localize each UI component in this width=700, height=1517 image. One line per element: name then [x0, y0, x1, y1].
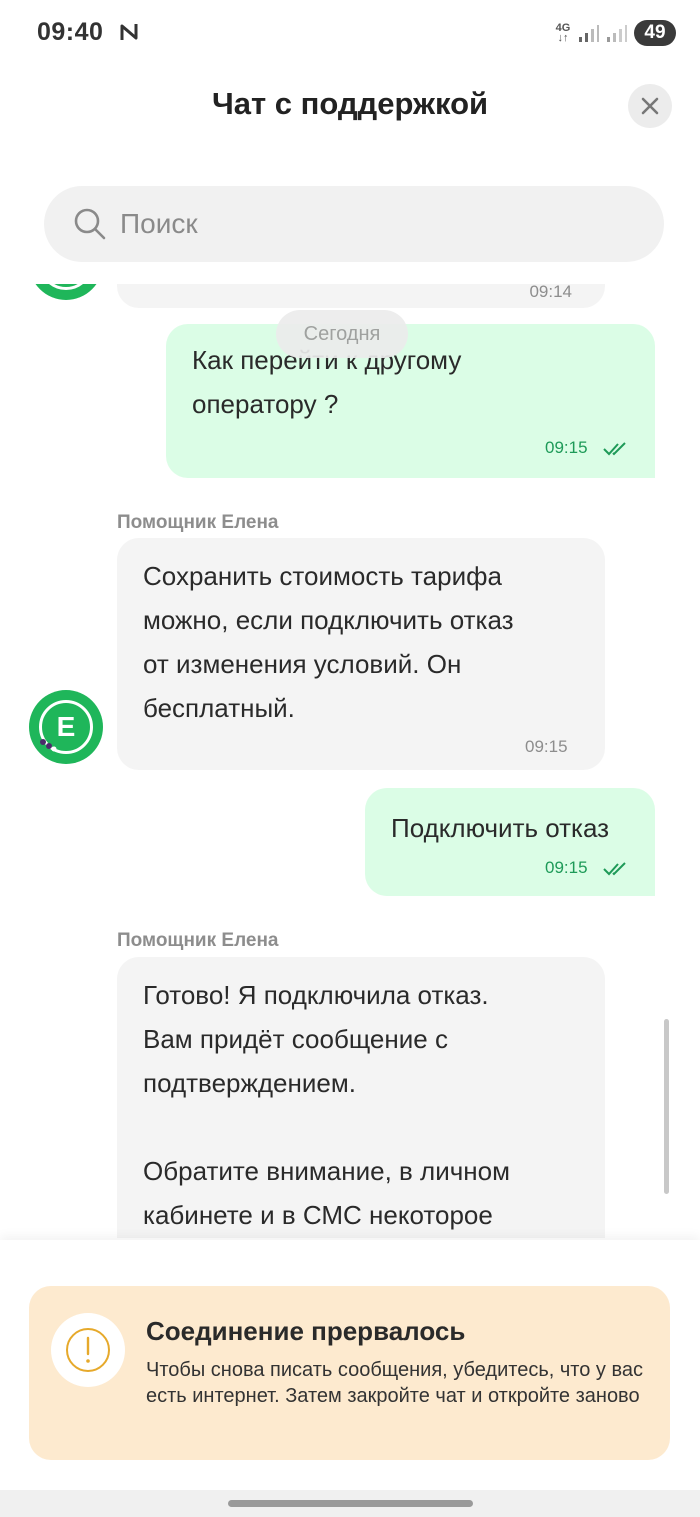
message-time: 09:14: [529, 284, 572, 301]
assistant-avatar: [29, 284, 103, 300]
page-title: Чат с поддержкой: [211, 86, 489, 121]
search-input[interactable]: [120, 186, 640, 262]
battery-indicator: 49: [634, 20, 676, 46]
exclamation-circle-icon: [66, 1328, 110, 1372]
double-check-icon: [603, 862, 626, 876]
status-indicators: 4G ↓↑ 49: [554, 18, 676, 48]
close-button[interactable]: [628, 84, 672, 128]
connection-alert: Соединение прервалось Чтобы снова писать…: [29, 1286, 670, 1460]
assistant-avatar: Е: [29, 690, 103, 764]
incoming-message[interactable]: Сохранить стоимость тарифа можно, если п…: [117, 538, 605, 770]
message-time: 09:15: [545, 858, 588, 877]
network-type: 4G ↓↑: [554, 23, 572, 44]
double-check-icon: [603, 442, 626, 456]
outgoing-message[interactable]: Подключить отказ 09:15: [365, 788, 655, 896]
alert-icon-container: [51, 1313, 125, 1387]
chat-messages[interactable]: 09:14 Как перейти к другому оператору ? …: [0, 284, 700, 1238]
outgoing-message[interactable]: Как перейти к другому оператору ? 09:15: [166, 324, 655, 478]
avatar-dots-icon: [40, 739, 57, 752]
bottom-panel: Соединение прервалось Чтобы снова писать…: [0, 1240, 700, 1490]
message-time: 09:15: [525, 737, 568, 756]
avatar-ring: [39, 284, 93, 290]
search-icon: [74, 208, 106, 240]
status-bar: 09:40 4G ↓↑ 49: [0, 0, 700, 66]
signal-icon-2: [607, 25, 627, 42]
message-text: Подключить отказ: [391, 813, 610, 843]
signal-icon: [579, 25, 599, 42]
n-icon: [120, 24, 138, 40]
data-arrows-icon: ↓↑: [557, 32, 569, 44]
status-time: 09:40: [37, 18, 104, 46]
alert-title: Соединение прервалось: [146, 1316, 466, 1346]
message-text: Готово! Я подключила отказ. Вам придёт с…: [143, 980, 510, 1230]
system-nav-bar: [0, 1490, 700, 1517]
incoming-message[interactable]: Готово! Я подключила отказ. Вам придёт с…: [117, 957, 605, 1238]
alert-text: Чтобы снова писать сообщения, убедитесь,…: [146, 1359, 643, 1407]
message-time: 09:15: [545, 438, 588, 457]
scrollbar[interactable]: [664, 1019, 669, 1194]
message-bubble-partial: 09:14: [117, 284, 605, 308]
close-icon: [641, 97, 659, 115]
sender-name: Помощник Елена: [117, 512, 279, 533]
home-gesture-handle[interactable]: [228, 1500, 473, 1507]
search-bar[interactable]: [44, 186, 664, 262]
message-text: Сохранить стоимость тарифа можно, если п…: [143, 561, 514, 723]
sender-name: Помощник Елена: [117, 930, 279, 951]
date-separator: Сегодня: [276, 310, 408, 358]
